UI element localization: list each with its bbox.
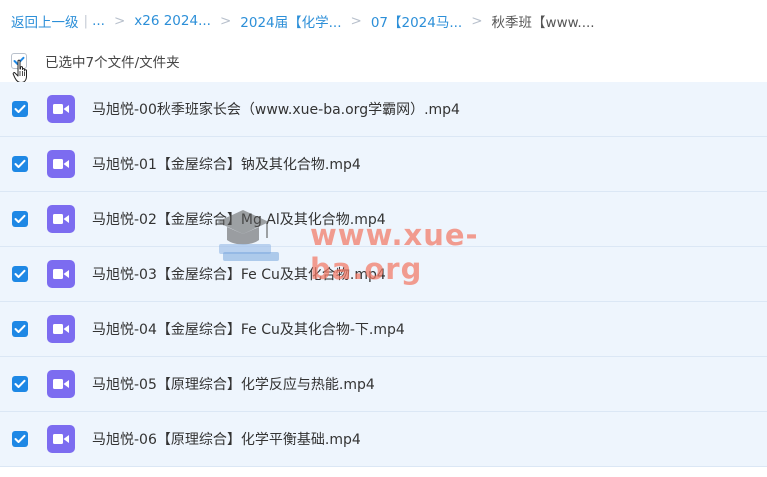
file-name[interactable]: 马旭悦-06【原理综合】化学平衡基础.mp4: [92, 429, 361, 449]
back-link[interactable]: 返回上一级: [11, 11, 79, 31]
file-checkbox[interactable]: [12, 101, 28, 117]
video-file-icon: [47, 95, 75, 123]
file-row[interactable]: 马旭悦-03【金屋综合】Fe Cu及其化合物.mp4: [0, 247, 767, 302]
file-checkbox[interactable]: [12, 431, 28, 447]
breadcrumb-item-1[interactable]: x26 2024...: [134, 13, 211, 29]
file-row[interactable]: 马旭悦-02【金屋综合】Mg Al及其化合物.mp4: [0, 192, 767, 247]
file-name[interactable]: 马旭悦-00秋季班家长会（www.xue-ba.org学霸网）.mp4: [92, 99, 460, 119]
file-checkbox[interactable]: [12, 266, 28, 282]
breadcrumb-separator: >: [219, 13, 232, 29]
selection-bar: 已选中7个文件/文件夹: [11, 50, 180, 72]
file-name[interactable]: 马旭悦-03【金屋综合】Fe Cu及其化合物.mp4: [92, 264, 386, 284]
file-name[interactable]: 马旭悦-02【金屋综合】Mg Al及其化合物.mp4: [92, 209, 386, 229]
file-row[interactable]: 马旭悦-01【金屋综合】钠及其化合物.mp4: [0, 137, 767, 192]
video-file-icon: [47, 205, 75, 233]
file-row[interactable]: 马旭悦-05【原理综合】化学反应与热能.mp4: [0, 357, 767, 412]
file-name[interactable]: 马旭悦-05【原理综合】化学反应与热能.mp4: [92, 374, 375, 394]
checkmark-icon: [14, 434, 26, 443]
file-row[interactable]: 马旭悦-04【金屋综合】Fe Cu及其化合物-下.mp4: [0, 302, 767, 357]
video-file-icon: [47, 315, 75, 343]
file-checkbox[interactable]: [12, 321, 28, 337]
checkmark-icon: [14, 104, 26, 113]
file-name[interactable]: 马旭悦-04【金屋综合】Fe Cu及其化合物-下.mp4: [92, 319, 405, 339]
file-checkbox[interactable]: [12, 211, 28, 227]
breadcrumb-current: 秋季班【www....: [491, 15, 595, 31]
video-file-icon: [47, 425, 75, 453]
checkmark-icon: [14, 324, 26, 333]
checkmark-icon: [14, 159, 26, 168]
file-checkbox[interactable]: [12, 376, 28, 392]
checkmark-icon: [14, 269, 26, 278]
video-file-icon: [47, 370, 75, 398]
breadcrumb-divider: |: [83, 13, 89, 29]
file-row[interactable]: 马旭悦-00秋季班家长会（www.xue-ba.org学霸网）.mp4: [0, 82, 767, 137]
checkmark-icon: [14, 214, 26, 223]
breadcrumb-item-2[interactable]: 2024届【化学...: [240, 11, 341, 31]
file-name[interactable]: 马旭悦-01【金屋综合】钠及其化合物.mp4: [92, 154, 361, 174]
breadcrumb-separator: >: [113, 13, 126, 29]
file-list: 马旭悦-00秋季班家长会（www.xue-ba.org学霸网）.mp4 马旭悦-…: [0, 82, 767, 467]
breadcrumb-separator: >: [350, 13, 362, 29]
breadcrumb-ellipsis[interactable]: ...: [92, 13, 105, 29]
checkmark-icon: [14, 379, 26, 388]
video-file-icon: [47, 260, 75, 288]
breadcrumb-separator: >: [471, 13, 483, 29]
selection-count-text: 已选中7个文件/文件夹: [45, 55, 180, 71]
file-row[interactable]: 马旭悦-06【原理综合】化学平衡基础.mp4: [0, 412, 767, 467]
breadcrumb-item-3[interactable]: 07【2024马...: [371, 11, 462, 31]
video-file-icon: [47, 150, 75, 178]
file-checkbox[interactable]: [12, 156, 28, 172]
breadcrumb: 返回上一级 | ... > x26 2024... > 2024届【化学... …: [11, 11, 595, 31]
